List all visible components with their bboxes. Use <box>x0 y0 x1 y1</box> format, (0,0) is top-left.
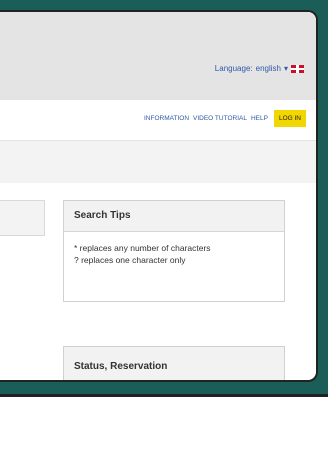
site-header: Language: english ▾ <box>0 12 316 100</box>
nav-help[interactable]: HELP <box>251 115 268 122</box>
language-label: Language: <box>214 64 253 73</box>
login-button[interactable]: LOG IN <box>273 110 306 127</box>
status-reservation-title: Status, Reservation <box>64 347 284 380</box>
lower-panel <box>0 394 328 457</box>
language-value[interactable]: english <box>256 64 281 73</box>
uk-flag-icon <box>291 64 304 73</box>
status-reservation-box: Status, Reservation <box>63 346 285 380</box>
nav-information[interactable]: INFORMATION <box>144 115 189 122</box>
search-tip-wildcard: * replaces any number of characters <box>74 243 211 253</box>
search-tips-title: Search Tips <box>64 201 284 232</box>
nav-video-tutorial[interactable]: VIDEO TUTORIAL <box>193 115 247 122</box>
main-content-panel <box>0 200 45 236</box>
search-tip-single: ? replaces one character only <box>74 255 186 265</box>
sub-bar <box>0 141 316 183</box>
language-selector[interactable]: Language: english ▾ <box>215 64 304 73</box>
browser-window: Language: english ▾ INFORMATION VIDEO TU… <box>0 10 318 382</box>
chevron-down-icon[interactable]: ▾ <box>284 64 288 73</box>
top-nav: INFORMATION VIDEO TUTORIAL HELP LOG IN <box>0 100 316 141</box>
search-tips-box: Search Tips * replaces any number of cha… <box>63 200 285 302</box>
